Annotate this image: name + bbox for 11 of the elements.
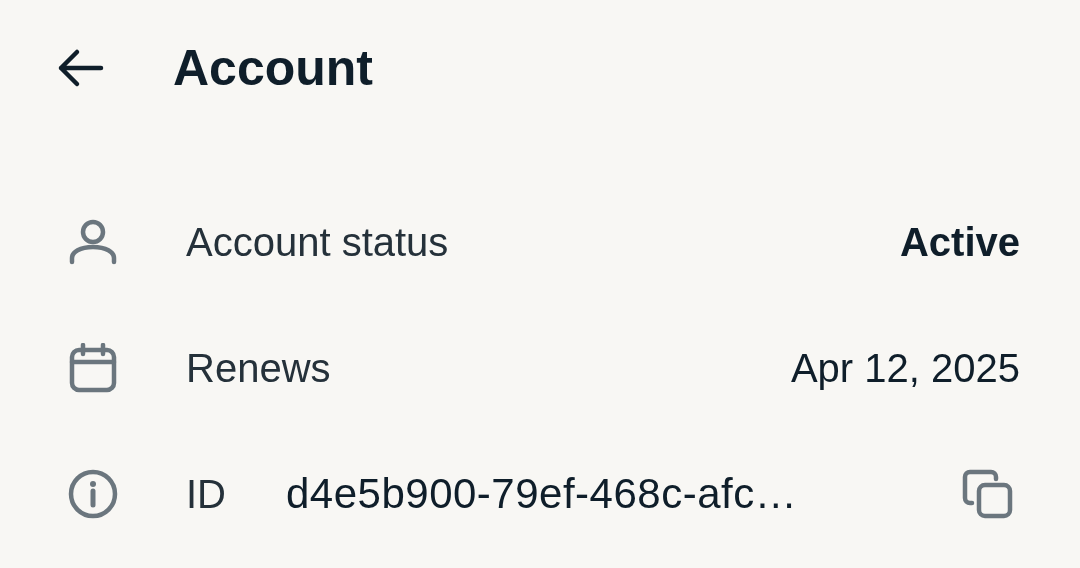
row-label: ID [186,471,226,517]
person-icon [68,217,118,267]
calendar-icon [68,343,118,393]
row-label: Renews [186,345,331,391]
id-value: d4e5b900-79ef-468c-afc… [286,470,798,518]
page-title: Account [173,39,373,97]
row-label: Account status [186,219,449,265]
info-icon [68,469,118,519]
row-value: Active [899,219,1020,265]
copy-button[interactable] [962,468,1014,520]
row-value: Apr 12, 2025 [790,345,1020,391]
